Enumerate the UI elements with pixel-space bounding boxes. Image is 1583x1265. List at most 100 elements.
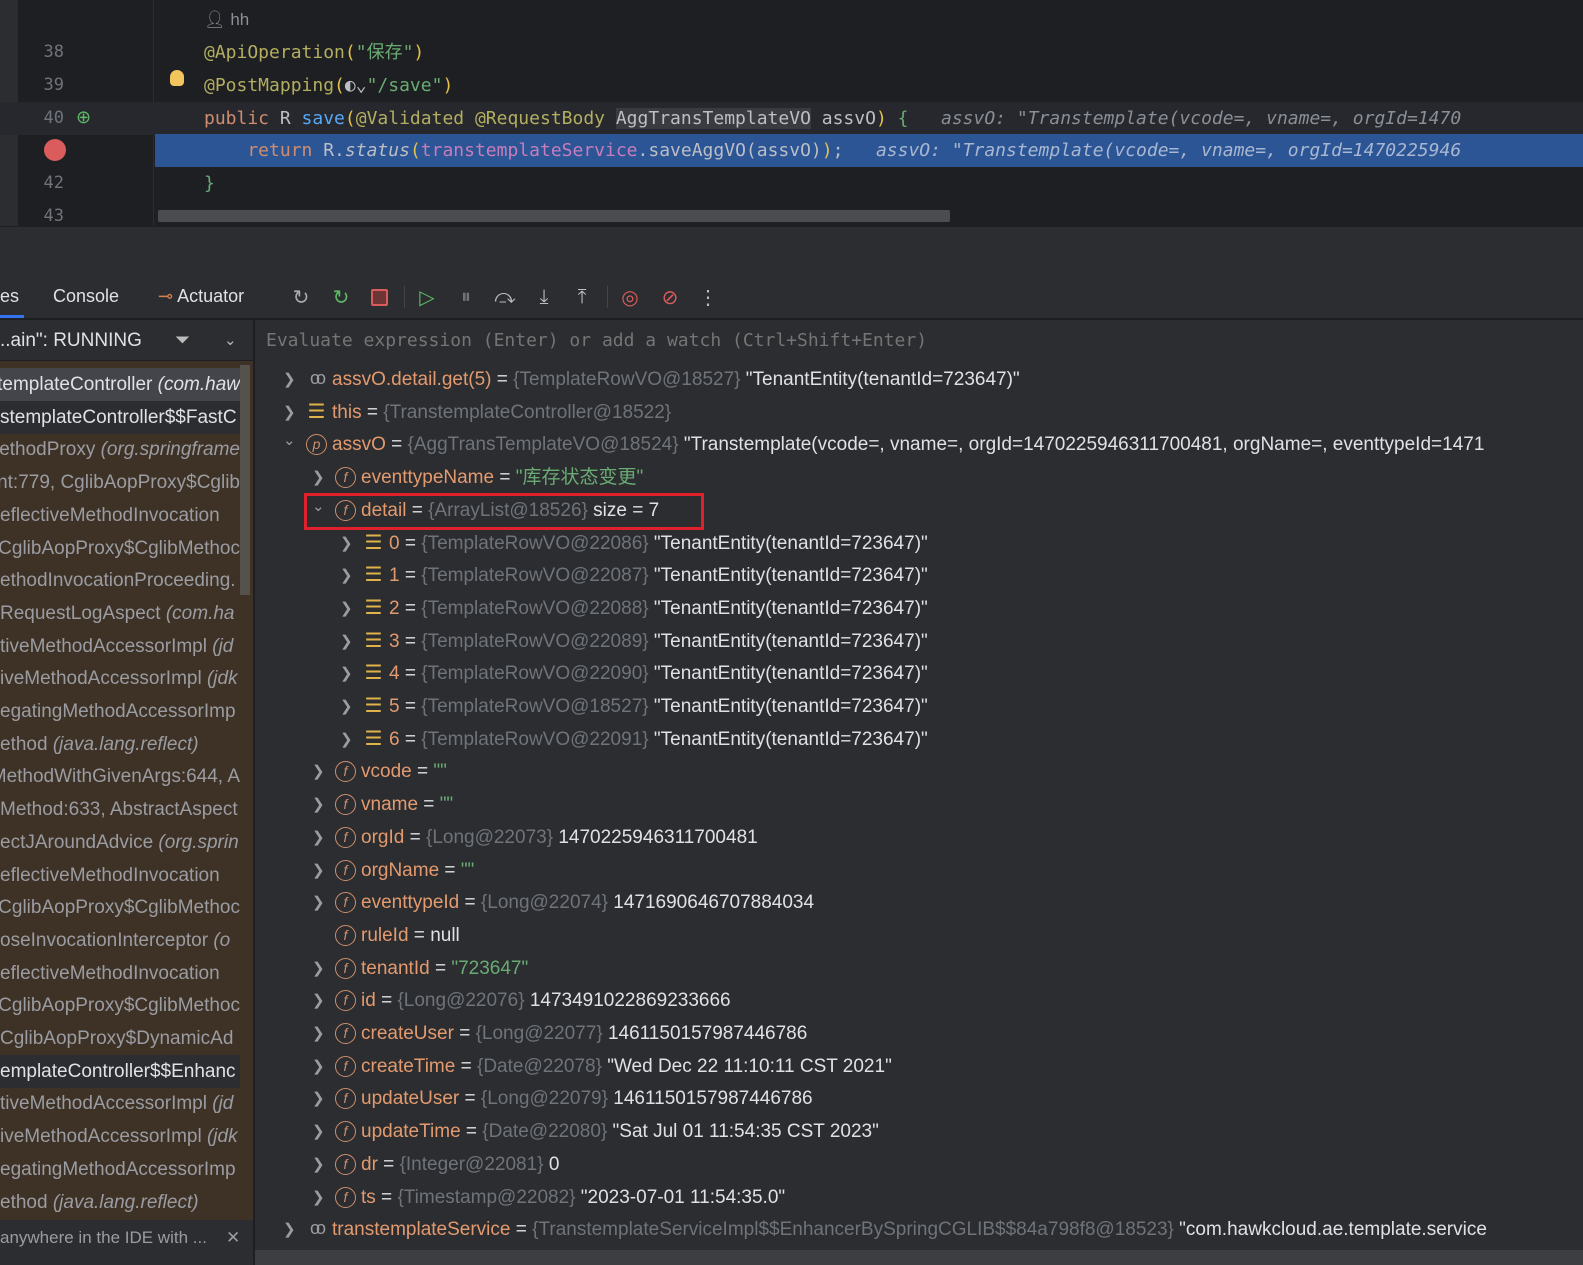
variable-row[interactable]: ❯ f id = {Long@22076} 1473491022869233666 [255,984,1583,1017]
close-icon[interactable]: ✕ [226,1220,240,1255]
variable-row[interactable]: ❯ ☰ 4 = {TemplateRowVO@22090} "TenantEntit… [255,657,1583,690]
stack-frame[interactable]: iveMethodAccessorImpl (jdk [0,662,240,695]
chevron-right-icon[interactable]: ❯ [312,1050,326,1083]
chevron-right-icon[interactable]: ❯ [312,1017,326,1050]
variable-row[interactable]: ❯ f orgId = {Long@22073} 14702259463117004… [255,821,1583,854]
stack-frame[interactable]: egatingMethodAccessorImp [0,695,240,728]
variable-row[interactable]: ❯ f updateTime = {Date@22080} "Sat Jul 01 … [255,1115,1583,1148]
chevron-right-icon[interactable]: ❯ [312,854,326,887]
more-options-icon[interactable]: ⋮ [695,284,721,310]
horizontal-scrollbar[interactable] [158,210,950,222]
chevron-right-icon[interactable]: ❯ [283,1213,297,1246]
stack-frame[interactable]: emplateController$$Enhanc [0,1054,240,1088]
variable-row[interactable]: ❯ ☰ 1 = {TemplateRowVO@22087} "TenantEntit… [255,559,1583,592]
chevron-right-icon[interactable]: ❯ [312,1148,326,1181]
frames-scrollbar[interactable] [240,365,250,595]
code-line[interactable]: 42} [0,167,1583,200]
stack-frame[interactable]: eflectiveMethodInvocation [0,957,240,990]
chevron-right-icon[interactable]: ❯ [312,788,326,821]
lightbulb-icon[interactable] [170,70,184,86]
endpoint-globe-icon[interactable]: ⊕ [76,107,91,128]
code-editor[interactable]: 👤︎ hh 38 @ApiOperation("保存") 39 @PostMappin… [0,0,1583,226]
evaluate-expression-input[interactable] [255,320,1583,361]
code-line[interactable]: 39 @PostMapping(◐⌄"/save") [0,69,1583,102]
stack-frame[interactable]: nt:779, CglibAopProxy$Cglib [0,466,240,499]
step-into-icon[interactable]: ⤓ [531,284,557,310]
filter-icon[interactable]: ⏷ [175,320,190,361]
variable-row[interactable]: ❯ f ts = {Timestamp@22082} "2023-07-01 11:… [255,1181,1583,1214]
stack-frame[interactable]: CglibAopProxy$CglibMethoc [0,891,240,924]
step-out-icon[interactable]: ⤒ [569,284,595,310]
stack-frame[interactable]: stemplateController$$FastC [0,400,240,434]
chevron-right-icon[interactable]: ❯ [312,1082,326,1115]
chevron-right-icon[interactable]: ❯ [312,886,326,919]
stack-frame[interactable]: eflectiveMethodInvocation [0,859,240,892]
stack-frame[interactable]: eflectiveMethodInvocation [0,499,240,532]
stack-frame[interactable]: ectJAroundAdvice (org.sprin [0,826,240,859]
stop-icon[interactable] [366,284,392,310]
variable-row[interactable]: ❯ f eventtypeId = {Long@22074} 14716906467… [255,886,1583,919]
stack-frame[interactable]: ethod (java.lang.reflect) [0,728,240,761]
chevron-right-icon[interactable]: ❯ [340,657,354,690]
variable-row[interactable]: ❯ ☰ this = {TranstemplateController@18522} [255,396,1583,429]
stack-frame[interactable]: ethodProxy (org.springframe [0,433,240,466]
stack-frame[interactable]: RequestLogAspect (com.ha [0,597,240,630]
tab-console[interactable]: Console [53,274,119,319]
stack-frame[interactable]: oseInvocationInterceptor (o [0,924,240,957]
pause-icon[interactable]: ⏸︎ [453,284,479,310]
rerun-icon[interactable]: ↻ [288,284,314,310]
chevron-right-icon[interactable]: ❯ [340,625,354,658]
mute-breakpoints-icon[interactable]: ⊘ [657,284,683,310]
stack-frame[interactable]: tiveMethodAccessorImpl (jd [0,630,240,663]
variable-row[interactable]: ❯ f vcode = "" [255,755,1583,788]
variable-row[interactable]: ⌄ p assvO = {AggTransTemplateVO@18524} "Tr… [255,428,1583,461]
code-line-execution-point[interactable]: 41 return R.status(transtemplateService.… [0,134,1583,167]
variable-row[interactable]: ❯ f updateUser = {Long@22079} 146115015798… [255,1082,1583,1115]
stack-frame[interactable]: MethodWithGivenArgs:644, A [0,760,240,793]
variable-row[interactable]: ❯ ☰ 3 = {TemplateRowVO@22089} "TenantEntit… [255,625,1583,658]
chevron-right-icon[interactable]: ❯ [340,527,354,560]
view-breakpoints-icon[interactable]: ◎ [617,284,643,310]
tab-actuator[interactable]: ⊸ Actuator [158,274,244,319]
variable-row[interactable]: ❯ f tenantId = "723647" [255,952,1583,985]
variable-row[interactable]: ❯ f orgName = "" [255,854,1583,887]
variable-row[interactable]: ❯ ☰ 2 = {TemplateRowVO@22088} "TenantEntit… [255,592,1583,625]
chevron-down-icon[interactable]: ⌄ [283,424,297,457]
code-line[interactable]: 40 public R save(@Validated @RequestBody … [0,102,1583,135]
stack-frame[interactable]: CglibAopProxy$CglibMethoc [0,532,240,565]
variable-row[interactable]: ❯ ☰ 0 = {TemplateRowVO@22086} "TenantEntit… [255,527,1583,560]
stack-frame[interactable]: ethodInvocationProceeding. [0,564,240,597]
stack-frame[interactable]: iveMethodAccessorImpl (jdk [0,1120,240,1153]
chevron-right-icon[interactable]: ❯ [340,559,354,592]
resume-icon[interactable]: ▷ [414,284,440,310]
stack-frame[interactable]: tiveMethodAccessorImpl (jd [0,1087,240,1120]
chevron-right-icon[interactable]: ❯ [283,363,297,396]
stack-frame[interactable]: CglibAopProxy$DynamicAd [0,1022,240,1055]
stack-frame[interactable]: ethod (java.lang.reflect) [0,1186,240,1219]
variable-row[interactable]: ❯ f createUser = {Long@22077} 146115015798… [255,1017,1583,1050]
variable-row[interactable]: ❯ ☰ 5 = {TemplateRowVO@18527} "TenantEntit… [255,690,1583,723]
variable-row[interactable]: ❯ f eventtypeName = "库存状态变更" [255,461,1583,494]
chevron-right-icon[interactable]: ❯ [340,690,354,723]
variable-row[interactable]: f ruleId = null [255,919,1583,952]
chevron-right-icon[interactable]: ❯ [312,952,326,985]
chevron-right-icon[interactable]: ❯ [312,1181,326,1214]
variable-row[interactable]: ❯ f dr = {Integer@22081} 0 [255,1148,1583,1181]
tab-frames[interactable]: es [0,274,19,319]
chevron-right-icon[interactable]: ❯ [340,592,354,625]
chevron-right-icon[interactable]: ❯ [312,821,326,854]
stack-frame[interactable]: CglibAopProxy$CglibMethoc [0,989,240,1022]
chevron-right-icon[interactable]: ❯ [312,1115,326,1148]
chevron-right-icon[interactable]: ❯ [312,984,326,1017]
chevron-down-icon[interactable]: ⌄ [224,320,237,361]
stack-frame[interactable]: Method:633, AbstractAspect [0,793,240,826]
code-line[interactable]: 38 @ApiOperation("保存") [0,36,1583,69]
chevron-right-icon[interactable]: ❯ [312,755,326,788]
variable-row[interactable]: ❯ ☰ 6 = {TemplateRowVO@22091} "TenantEntit… [255,723,1583,756]
stack-frame[interactable]: egatingMethodAccessorImp [0,1153,240,1186]
variable-row[interactable]: ❯ oo transtemplateService = {Transtemplate… [255,1213,1583,1246]
horizontal-scrollbar[interactable] [255,1250,1583,1265]
restart-debug-icon[interactable]: ↻ [328,284,354,310]
breakpoint-icon[interactable] [44,139,66,161]
step-over-icon[interactable]: ⤼ [492,284,518,310]
